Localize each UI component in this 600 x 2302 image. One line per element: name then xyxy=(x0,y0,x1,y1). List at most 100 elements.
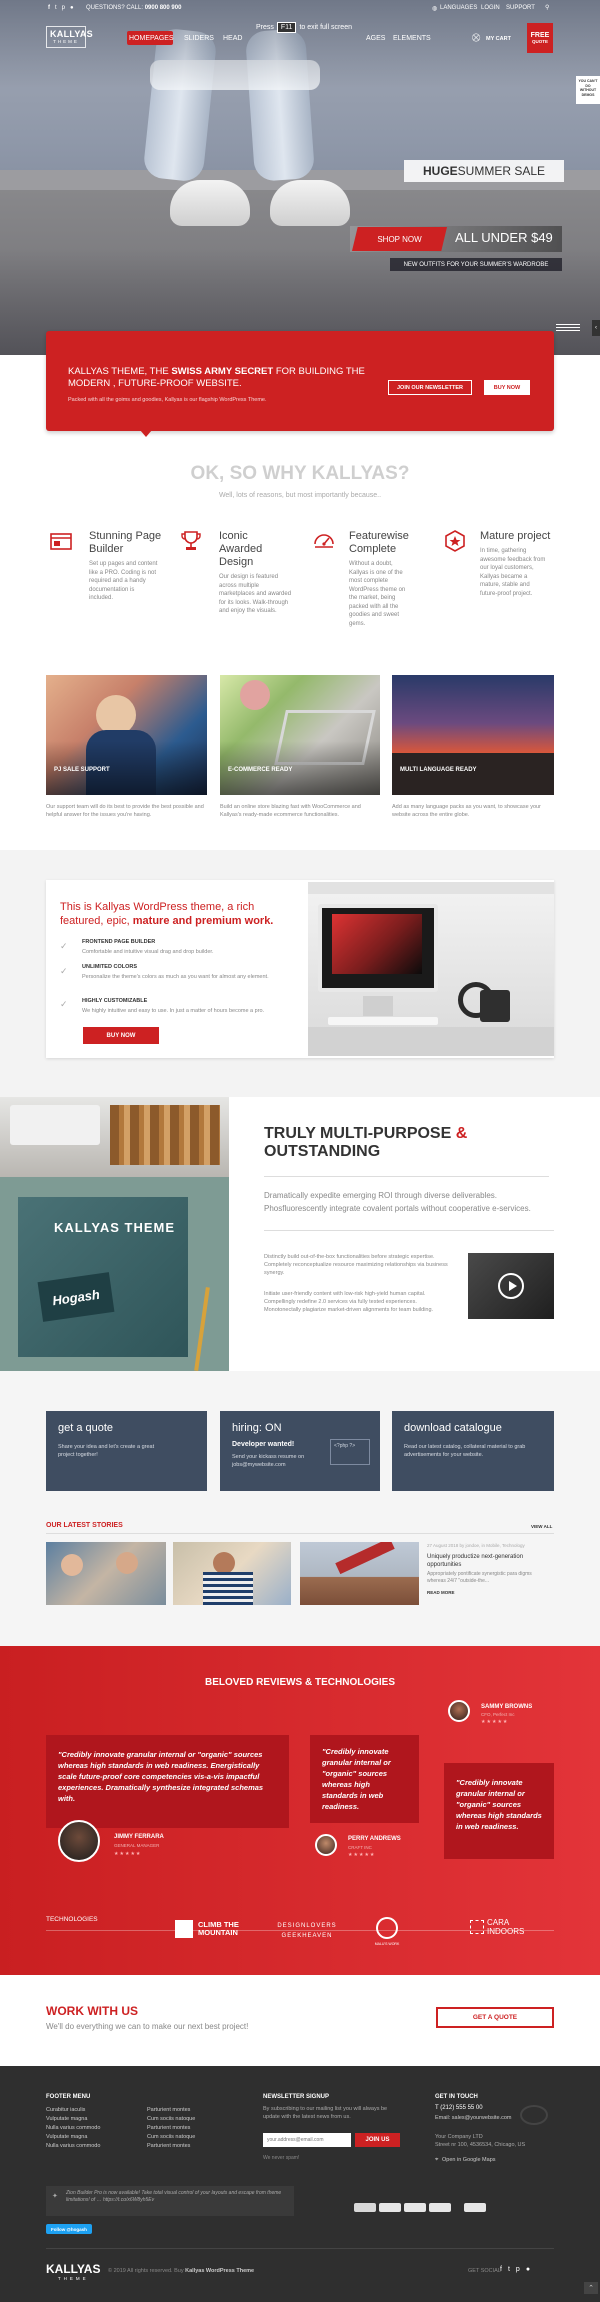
check-icon: ✓ xyxy=(60,941,68,951)
join-us-button[interactable]: JOIN US xyxy=(355,2133,400,2147)
multi-title: TRULY MULTI-PURPOSE & OUTSTANDING xyxy=(264,1125,468,1160)
share-button[interactable] xyxy=(404,2203,426,2212)
story-image[interactable] xyxy=(173,1542,291,1605)
chevron-left-icon[interactable]: ‹ xyxy=(592,320,600,336)
code-icon: <?php ?> xyxy=(330,1439,370,1465)
login-link[interactable]: LOGIN xyxy=(481,5,500,11)
footer-menu-col: Curabitur iaculis Vulputate magna Nulla … xyxy=(46,2107,101,2149)
nav-item-pages[interactable]: AGES xyxy=(366,35,385,42)
tweet-button[interactable] xyxy=(379,2203,401,2212)
catalogue-box[interactable]: download catalogue Read our latest catal… xyxy=(392,1411,554,1491)
cart-icon[interactable]: ⛒ xyxy=(472,33,480,43)
nav-item-homepages[interactable]: HOMEPAGES xyxy=(129,35,174,42)
rating-stars: ★★★★★ xyxy=(481,1719,509,1725)
languages-link[interactable]: LANGUAGES xyxy=(440,5,477,11)
wp-item-text: We highly intuitive and easy to use. In … xyxy=(82,1008,265,1014)
read-more-link[interactable]: READ MORE xyxy=(427,1590,455,1595)
hiring-box[interactable]: hiring: ON Developer wanted! Send your k… xyxy=(220,1411,380,1491)
twitter-icon[interactable]: t xyxy=(508,2266,510,2273)
twitter-icon[interactable]: t xyxy=(55,5,57,11)
demos-side-badge[interactable]: YOU CAN'T DO WITHOUT DEMOS xyxy=(576,76,600,104)
footer-phone: T (212) 555 55 00 xyxy=(435,2105,483,2111)
work-title: WORK WITH US xyxy=(46,2004,138,2018)
story-meta: 27 August 2018 by jondoe, in Mobile, Tec… xyxy=(427,1543,525,1548)
tech-logo[interactable]: MALU'S WORK xyxy=(364,1942,410,1946)
card-image-multilanguage[interactable]: MULTI LANGUAGE READY xyxy=(392,675,554,795)
why-title: OK, SO WHY KALLYAS? xyxy=(190,463,410,484)
nav-item-head[interactable]: HEAD xyxy=(223,35,242,42)
get-social-label: GET SOCIAL xyxy=(468,2268,501,2274)
avatar xyxy=(315,1834,337,1856)
promo-buy-button[interactable]: BUY NOW xyxy=(484,380,530,395)
video-thumbnail[interactable] xyxy=(468,1253,554,1319)
get-quote-button[interactable]: GET A QUOTE xyxy=(436,2007,554,2028)
cart-link[interactable]: MY CART xyxy=(486,36,511,42)
footer-email[interactable]: Email: sales@yourwebsite.com xyxy=(435,2115,512,2121)
promo-title: KALLYAS THEME, THE SWISS ARMY SECRET FOR… xyxy=(68,366,365,389)
support-link[interactable]: SUPPORT xyxy=(506,5,535,11)
newsletter-text: By subscribing to our mailing list you w… xyxy=(263,2106,388,2120)
map-pin-icon: ⌖ xyxy=(435,2157,439,2163)
reviews-title: BELOVED REVIEWS & TECHNOLOGIES xyxy=(204,1677,396,1688)
review-card: "Credibly innovate granular internal or … xyxy=(444,1763,554,1859)
story-image[interactable] xyxy=(46,1542,166,1605)
multi-paragraph: Distinctly build out-of-the-box function… xyxy=(264,1254,448,1276)
quote-box[interactable]: get a quote Share your idea and let's cr… xyxy=(46,1411,207,1491)
slider-bullets[interactable] xyxy=(556,324,580,338)
wp-item-title: FRONTEND PAGE BUILDER xyxy=(82,939,156,945)
pinterest-icon[interactable]: p xyxy=(62,5,65,11)
facebook-icon[interactable]: f xyxy=(48,5,50,11)
twitter-icon: ✦ xyxy=(52,2193,58,2200)
shop-now-button[interactable]: SHOP NOW xyxy=(352,227,447,251)
globe-icon[interactable]: ◍ xyxy=(432,5,437,12)
free-quote-button[interactable]: FREE QUOTE xyxy=(527,23,553,53)
story-image[interactable] xyxy=(300,1542,419,1605)
chat-bubble-icon xyxy=(520,2105,548,2125)
tech-logo[interactable]: CLIMB THE MOUNTAIN xyxy=(175,1920,246,1938)
dribbble-icon[interactable]: ● xyxy=(70,5,74,11)
copyright: © 2019 All rights reserved. Buy Kallyas … xyxy=(108,2268,255,2274)
newsletter-email-input[interactable] xyxy=(263,2133,351,2147)
logo[interactable]: KALLYAS THEME xyxy=(46,26,93,48)
nav-item-elements[interactable]: ELEMENTS xyxy=(393,35,431,42)
tech-logo-icon xyxy=(376,1917,398,1939)
play-icon[interactable] xyxy=(498,1273,524,1299)
follow-twitter-button[interactable]: Follow @hogash xyxy=(46,2224,92,2234)
nav-item-sliders[interactable]: SLIDERS xyxy=(184,35,214,42)
tech-logo[interactable]: DESIGNLOVERS GEEKHEAVEN xyxy=(272,1921,342,1941)
facebook-icon[interactable]: f xyxy=(500,2266,502,2273)
card-image-ecommerce[interactable]: E-COMMERCE READY xyxy=(220,675,380,795)
card-caption: PJ SALE SUPPORT xyxy=(54,767,110,773)
pinterest-icon[interactable]: p xyxy=(516,2266,520,2273)
feature-text: Without a doubt, Kallyas is one of the m… xyxy=(349,561,406,627)
pin-button[interactable] xyxy=(464,2203,486,2212)
google-maps-link[interactable]: Open in Google Maps xyxy=(442,2157,496,2163)
wp-item-title: HIGHLY CUSTOMIZABLE xyxy=(82,998,148,1004)
scroll-top-icon[interactable]: ⌃ xyxy=(584,2282,598,2294)
card-text: Add as many language packs as you want, … xyxy=(392,804,541,818)
search-icon[interactable]: ⚲ xyxy=(545,4,549,11)
view-all-link[interactable]: VIEW ALL xyxy=(531,1524,552,1529)
story-headline[interactable]: Uniquely productize next-generation oppo… xyxy=(427,1553,547,1569)
dribbble-icon[interactable]: ● xyxy=(526,2266,530,2273)
wp-buy-button[interactable]: BUY NOW xyxy=(83,1027,159,1044)
notebook-text: KALLYAS THEME xyxy=(53,1220,176,1235)
rating-stars: ★★★★★ xyxy=(348,1852,376,1858)
why-subtitle: Well, lots of reasons, but most importan… xyxy=(218,492,382,499)
share-button[interactable] xyxy=(429,2203,451,2212)
reviewer-name: JIMMY FERRARA xyxy=(114,1834,164,1840)
footer-logo[interactable]: KALLYAS THEME xyxy=(46,2262,100,2281)
award-icon xyxy=(180,530,202,552)
tech-logo[interactable]: CARA INDOORS xyxy=(470,1918,531,1936)
grid-icon xyxy=(470,1920,484,1934)
feature-text: Our design is featured across multiple m… xyxy=(219,574,292,614)
fullscreen-notice: Press F11 to exit full screen xyxy=(256,22,352,33)
like-button[interactable] xyxy=(354,2203,376,2212)
desk-image xyxy=(308,882,554,1056)
hero-sale-title: HUGE SUMMER SALE xyxy=(404,160,564,182)
join-newsletter-button[interactable]: JOIN OUR NEWSLETTER xyxy=(388,380,472,395)
star-badge-icon xyxy=(444,530,466,552)
feature-title: Featurewise Complete xyxy=(349,530,409,555)
feature-title: Stunning Page Builder xyxy=(89,530,162,555)
card-image-support[interactable]: PJ SALE SUPPORT xyxy=(46,675,207,795)
